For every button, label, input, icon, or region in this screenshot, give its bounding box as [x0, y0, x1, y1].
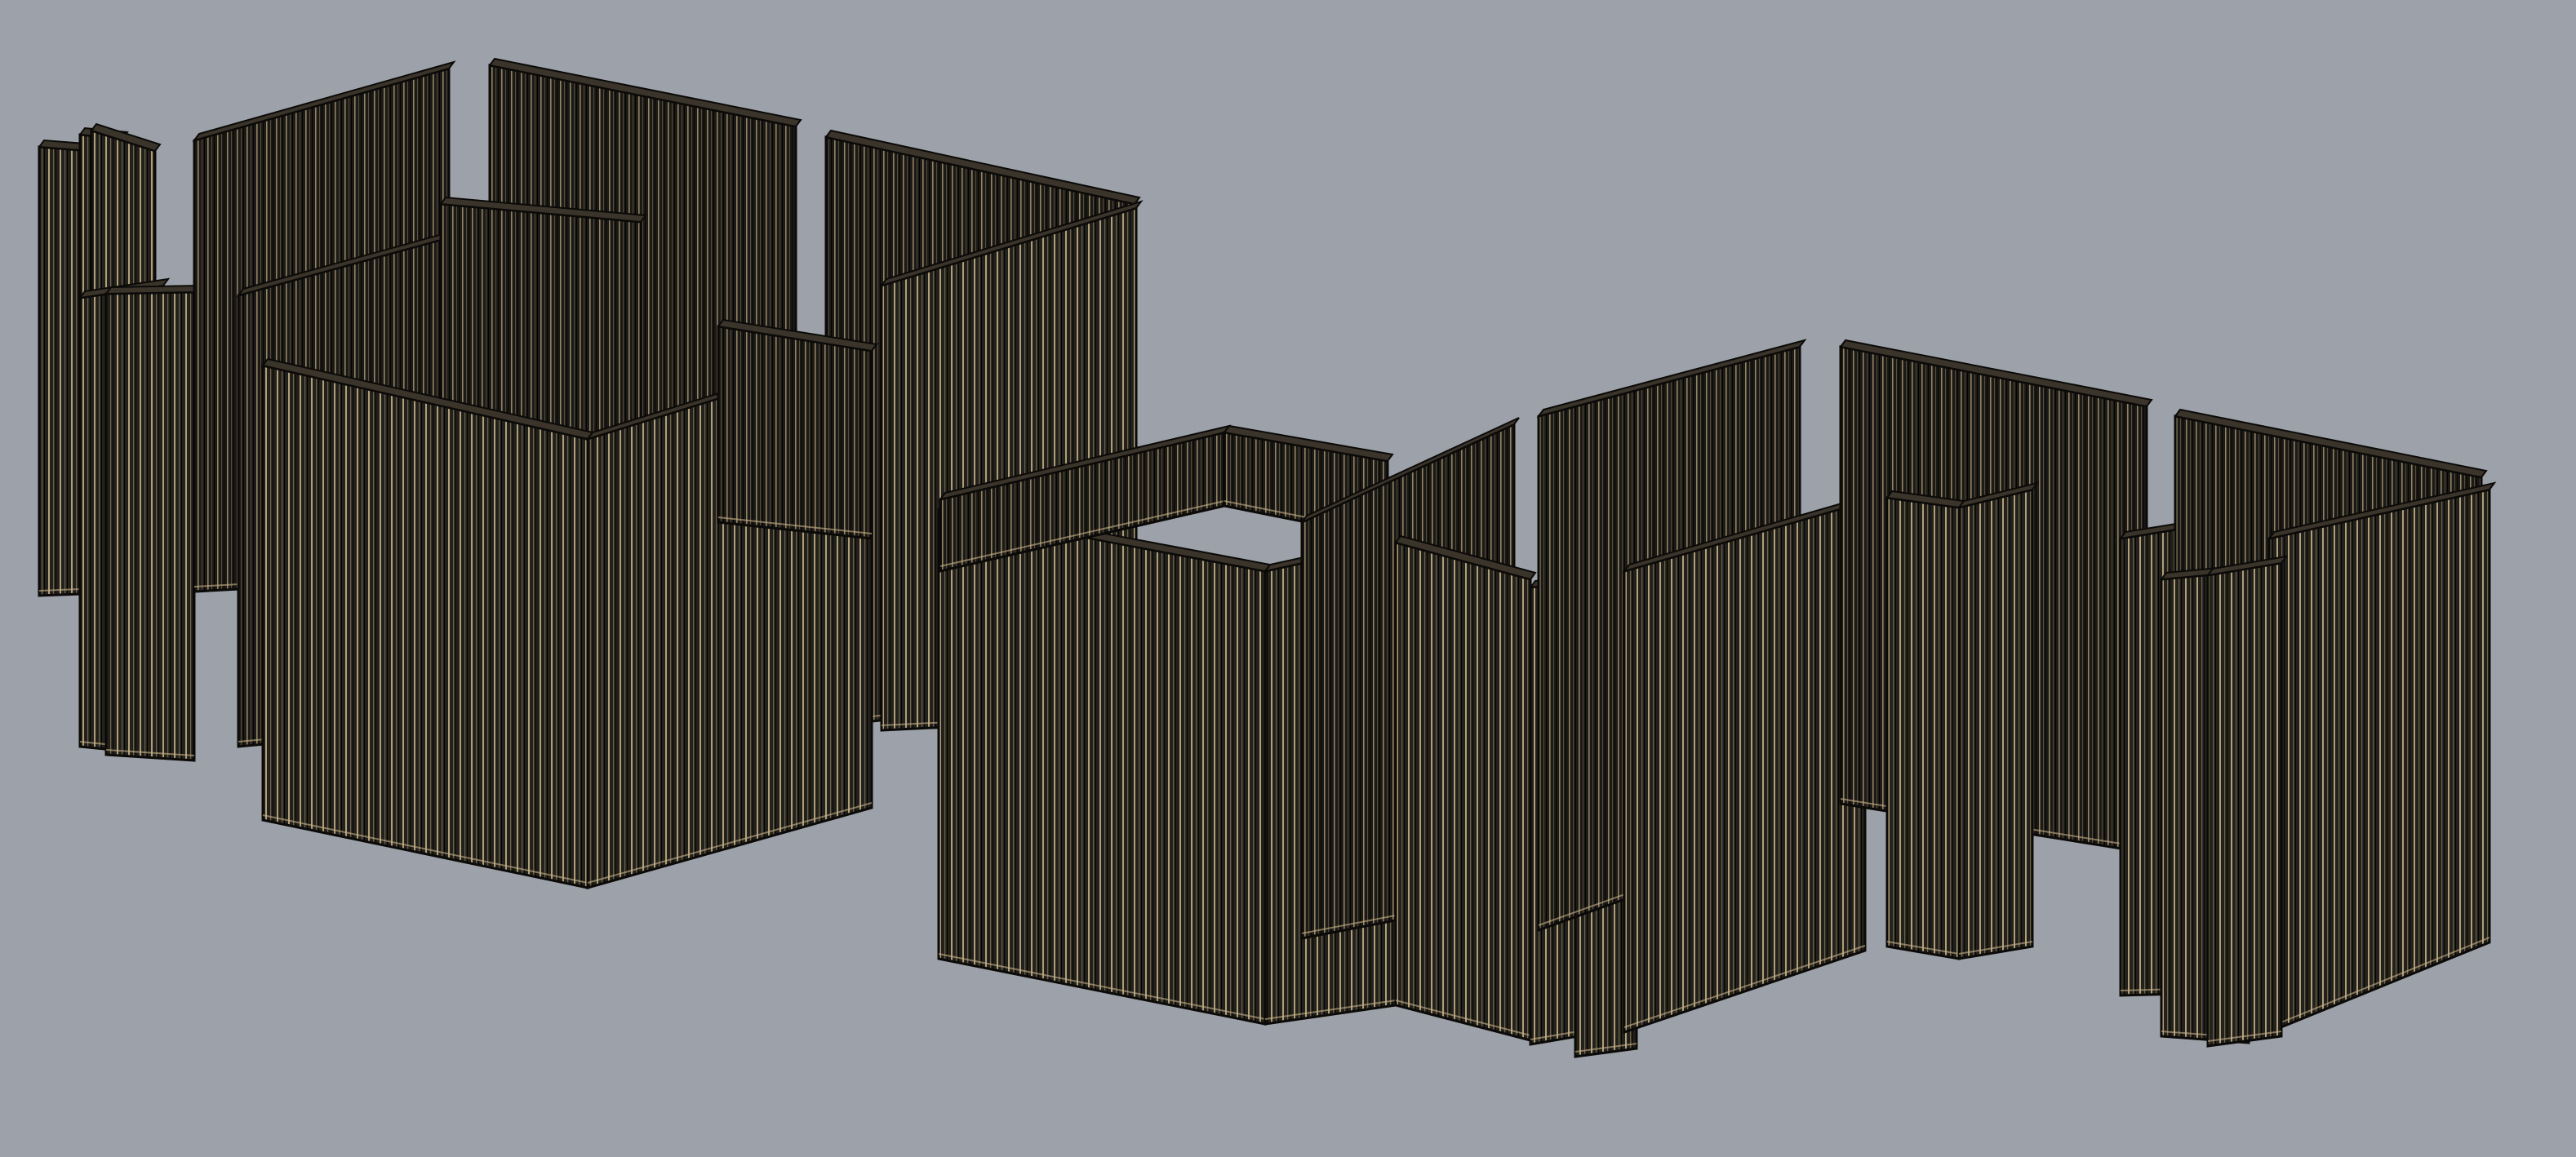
wall-panel[interactable]: [1394, 534, 1537, 1042]
wall-face: [104, 290, 196, 762]
wall-panel[interactable]: [261, 357, 594, 889]
wall-panel[interactable]: [38, 139, 87, 597]
wall-panel[interactable]: [1885, 490, 1965, 960]
wall-panel[interactable]: [1956, 481, 2040, 960]
wall-face: [1394, 541, 1532, 1042]
wall-panel[interactable]: [717, 318, 878, 540]
wall-face: [2206, 561, 2283, 1048]
walls-layer: [38, 57, 2497, 1058]
wall-face: [38, 145, 82, 597]
wall-model-scene[interactable]: [0, 0, 2576, 1157]
wall-face: [937, 508, 1267, 1026]
wall-top-cap: [104, 284, 202, 295]
wall-face: [261, 364, 589, 889]
wall-face: [1623, 500, 1867, 1035]
wall-panel[interactable]: [937, 502, 1272, 1026]
wall-panel[interactable]: [1622, 494, 1872, 1035]
wall-panel[interactable]: [2267, 481, 2497, 1035]
wall-face: [717, 325, 873, 540]
wall-face: [1957, 488, 2034, 960]
3d-viewport[interactable]: [0, 0, 2576, 1157]
wall-panel[interactable]: [104, 284, 202, 762]
wall-face: [1885, 496, 1961, 960]
wall-panel[interactable]: [2205, 555, 2289, 1048]
